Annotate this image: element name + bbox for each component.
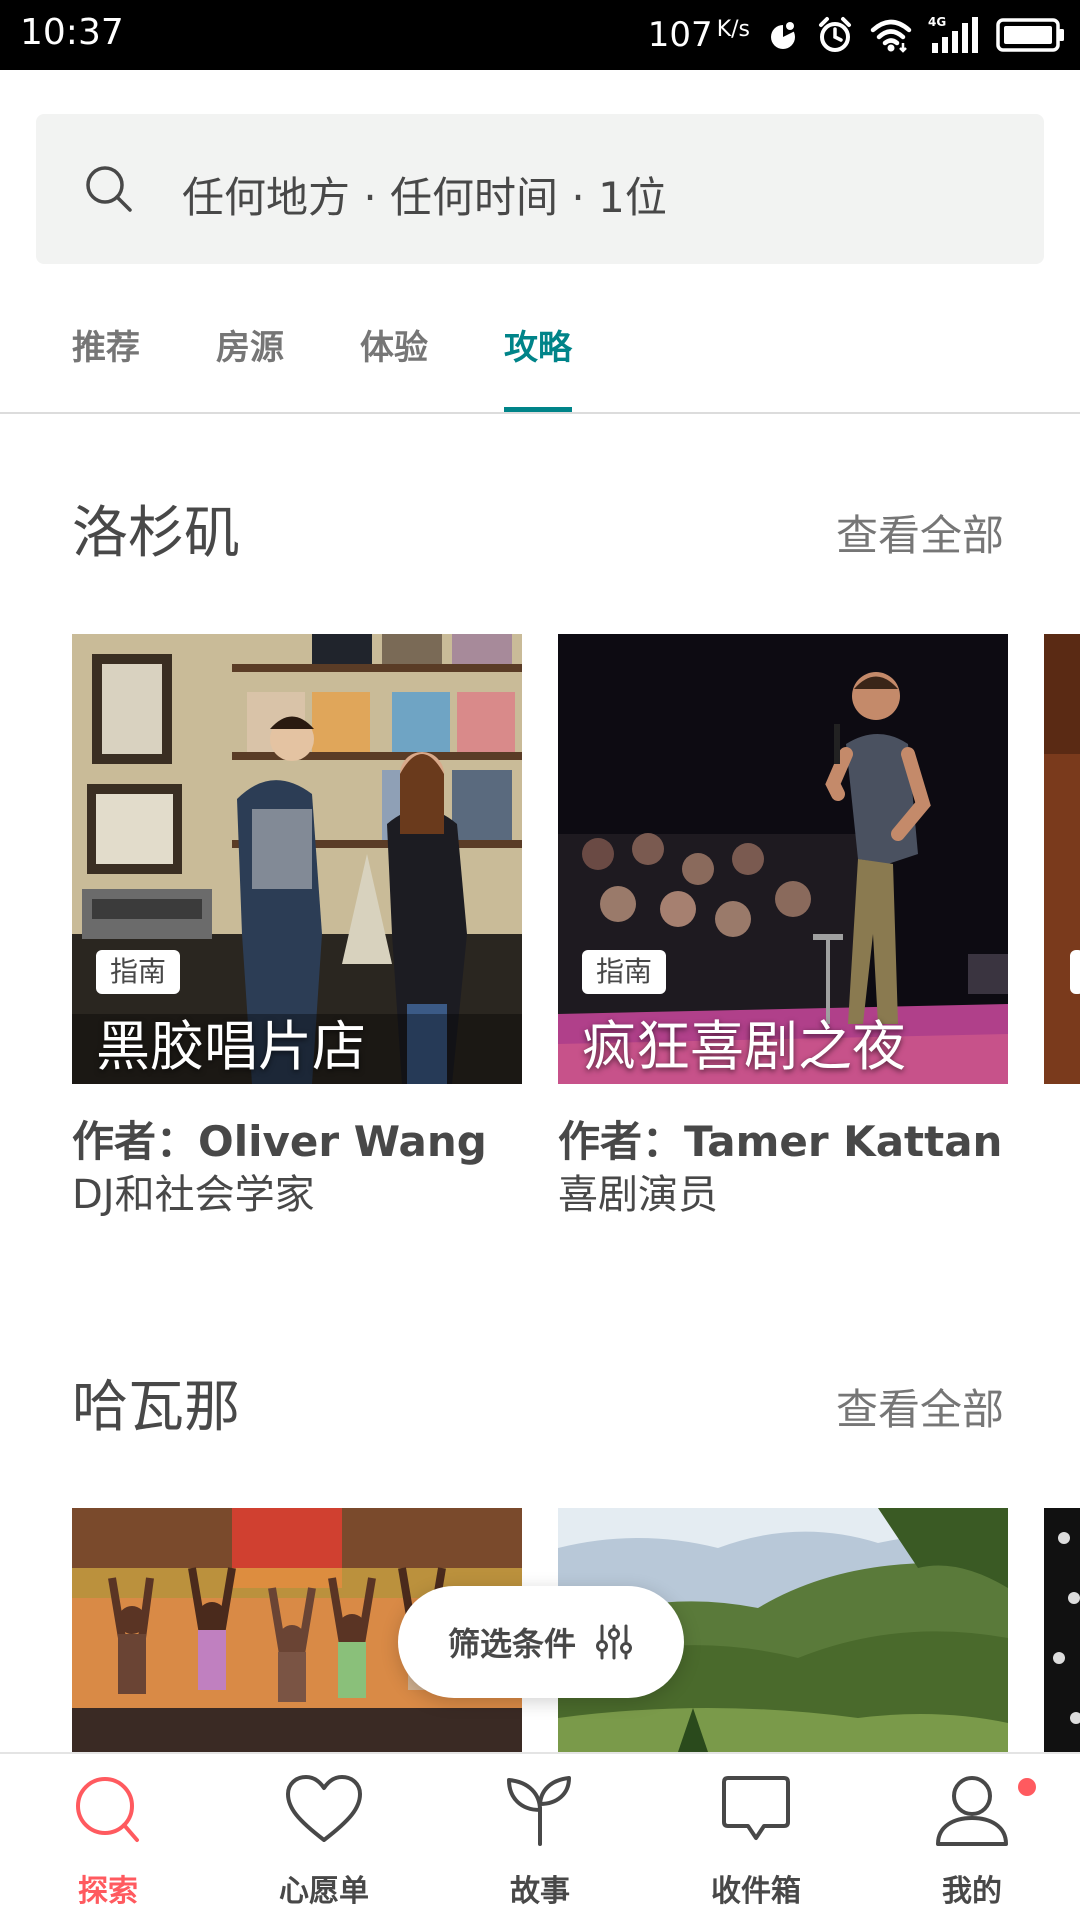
alarm-icon (819, 17, 851, 52)
nav-label: 收件箱 (711, 1874, 801, 1909)
wifi-icon (870, 19, 912, 53)
search-bar[interactable]: 任何地方 · 任何时间 · 1位 (36, 114, 1044, 264)
network-speed-unit: K/s (716, 17, 750, 42)
tab-guides[interactable]: 攻略 (504, 320, 572, 412)
section-title-havana: 哈瓦那 (72, 1375, 240, 1440)
battery-icon (996, 18, 1064, 52)
search-icon (76, 1777, 139, 1842)
nav-label: 探索 (78, 1874, 138, 1909)
tab-recommended[interactable]: 推荐 (72, 320, 140, 412)
guide-author: 作者：Tamer Kattan (558, 1117, 1003, 1166)
heart-icon (286, 1775, 362, 1842)
network-speed: 107 K/s (648, 15, 750, 55)
status-time: 10:37 (20, 12, 124, 53)
section-title-los-angeles: 洛杉矶 (72, 501, 240, 566)
next-havana-photo (1044, 1508, 1080, 1752)
guide-title: 黑胶唱片店 (96, 1015, 366, 1078)
nav-label: 我的 (942, 1874, 1002, 1909)
guide-card-record-stores[interactable]: 指南 黑胶唱片店 作者：Oliver Wang DJ和社会学家 (72, 634, 522, 1224)
guide-author: 作者：Oliver Wang (72, 1117, 487, 1166)
search-icon (86, 166, 132, 212)
nav-profile[interactable]: 我的 (882, 1774, 1062, 1914)
search-query-text: 任何地方 · 任何时间 · 1位 (182, 173, 667, 222)
guide-card-next-peek[interactable] (1044, 634, 1080, 1084)
profile-icon (936, 1776, 1008, 1846)
sprout-icon (507, 1776, 571, 1846)
bottom-navigation: 探索 心愿单 故事 收件箱 我的 (0, 1752, 1080, 1920)
signal-4g-icon: 4G (928, 15, 978, 53)
status-bar: 10:37 107 K/s 4G (0, 0, 1080, 70)
tab-experiences[interactable]: 体验 (360, 320, 428, 412)
category-tabs: 推荐 房源 体验 攻略 (0, 300, 1080, 414)
see-all-los-angeles-link[interactable]: 查看全部 (836, 502, 1004, 563)
nav-inbox[interactable]: 收件箱 (666, 1774, 846, 1914)
next-guide-photo (1044, 634, 1080, 1084)
havana-card-next-peek[interactable] (1044, 1508, 1080, 1752)
notification-dot (1018, 1778, 1036, 1796)
guide-badge: 指南 (582, 950, 667, 994)
status-indicators: 107 K/s 4G (648, 8, 1066, 62)
nav-stories[interactable]: 故事 (450, 1774, 630, 1914)
guide-title: 疯狂喜剧之夜 (582, 1015, 906, 1078)
nav-explore[interactable]: 探索 (18, 1774, 198, 1914)
sliders-icon (596, 1624, 632, 1660)
guide-card-comedy-night[interactable]: 指南 疯狂喜剧之夜 作者：Tamer Kattan 喜剧演员 (558, 634, 1008, 1224)
svg-text:4G: 4G (928, 15, 946, 29)
see-all-havana-link[interactable]: 查看全部 (836, 1376, 1004, 1437)
nav-label: 故事 (510, 1874, 570, 1909)
nav-wishlist[interactable]: 心愿单 (234, 1774, 414, 1914)
filter-button-label: 筛选条件 (447, 1625, 576, 1663)
chat-bubble-icon (722, 1776, 790, 1840)
data-saver-icon (771, 21, 797, 49)
network-speed-value: 107 (647, 15, 713, 55)
guide-badge: 指南 (96, 950, 181, 994)
guide-author-role: DJ和社会学家 (72, 1172, 315, 1218)
guide-author-role: 喜剧演员 (558, 1172, 718, 1218)
tab-homes[interactable]: 房源 (216, 320, 284, 412)
nav-label: 心愿单 (279, 1874, 369, 1909)
filter-button[interactable]: 筛选条件 (398, 1586, 684, 1698)
